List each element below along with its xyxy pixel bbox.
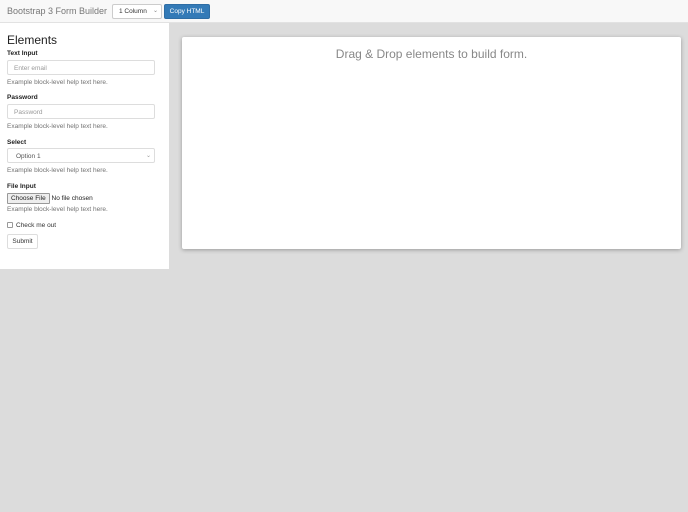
- navbar: Bootstrap 3 Form Builder 1 Column ⌄ Copy …: [0, 0, 688, 23]
- select-value: Option 1: [16, 153, 41, 160]
- text-input-label: Text Input: [7, 50, 38, 57]
- select-label: Select: [7, 139, 27, 146]
- check-me-out-checkbox[interactable]: Check me out: [7, 222, 56, 229]
- choose-file-button[interactable]: Choose File: [7, 193, 50, 204]
- checkbox-icon[interactable]: [7, 222, 13, 229]
- text-input-help: Example block-level help text here.: [7, 79, 108, 86]
- elements-sidebar: Elements Text Input Enter email Example …: [0, 23, 169, 269]
- form-drop-area[interactable]: Drag & Drop elements to build form.: [182, 37, 681, 249]
- drop-message: Drag & Drop elements to build form.: [335, 47, 528, 61]
- text-input[interactable]: Enter email: [7, 60, 155, 75]
- chevron-down-icon: ⌄: [145, 153, 151, 159]
- brand[interactable]: Bootstrap 3 Form Builder: [7, 6, 107, 16]
- password-help: Example block-level help text here.: [7, 123, 108, 130]
- submit-button[interactable]: Submit: [7, 234, 38, 249]
- password-label: Password: [7, 94, 38, 101]
- sidebar-title: Elements: [7, 33, 58, 47]
- chevron-down-icon: ⌄: [152, 8, 158, 14]
- copy-html-button[interactable]: Copy HTML: [164, 4, 210, 19]
- file-input-label: File Input: [7, 183, 36, 190]
- password-input[interactable]: Password: [7, 104, 155, 119]
- select-input[interactable]: Option 1 ⌄: [7, 148, 155, 163]
- file-input[interactable]: Choose File No file chosen: [7, 193, 93, 204]
- columns-select-value: 1 Column: [119, 8, 147, 15]
- file-status: No file chosen: [51, 195, 93, 202]
- checkbox-label: Check me out: [16, 222, 57, 229]
- columns-select[interactable]: 1 Column ⌄: [112, 4, 162, 19]
- select-help: Example block-level help text here.: [7, 167, 108, 174]
- file-input-help: Example block-level help text here.: [7, 206, 108, 213]
